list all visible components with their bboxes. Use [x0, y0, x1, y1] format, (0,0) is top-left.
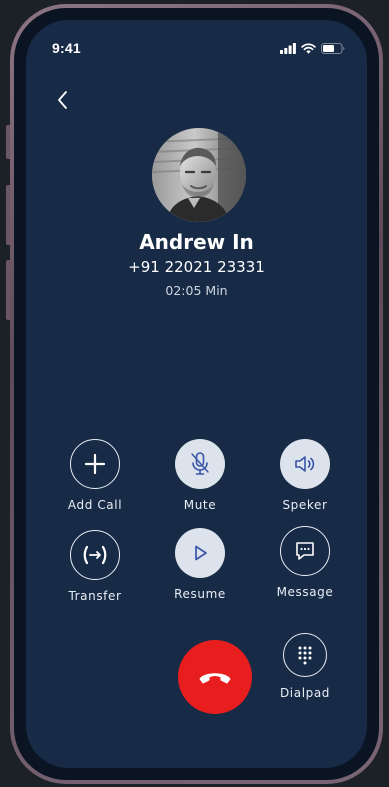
- phone-frame: 9:41 Andrew In +91 22021 23331 02:05 Min…: [10, 4, 383, 784]
- play-icon: [195, 545, 207, 561]
- call-screen: 9:41 Andrew In +91 22021 23331 02:05 Min…: [26, 20, 367, 768]
- add-call-label: Add Call: [67, 498, 123, 512]
- caller-name: Andrew In: [139, 230, 254, 254]
- wifi-icon: [301, 42, 316, 54]
- battery-icon: [321, 42, 345, 54]
- chevron-left-icon: [58, 91, 67, 109]
- dialpad-label: Dialpad: [279, 686, 331, 700]
- end-call-button[interactable]: [178, 640, 252, 714]
- speaker-label: Speker: [282, 498, 328, 512]
- microphone-icon: [191, 452, 209, 475]
- add-call-button[interactable]: Add Call: [50, 439, 140, 512]
- add-call-circle: [70, 439, 120, 489]
- transfer-label: Transfer: [68, 589, 122, 603]
- status-bar: 9:41: [52, 38, 345, 58]
- resume-label: Resume: [174, 587, 226, 601]
- caller-avatar: [152, 128, 246, 222]
- transfer-icon: [83, 545, 107, 565]
- signal-icon: [280, 42, 296, 54]
- mute-label: Mute: [183, 498, 217, 512]
- plus-icon: [84, 453, 106, 475]
- dialpad-circle: [283, 633, 327, 677]
- call-duration: 02:05 Min: [165, 283, 228, 298]
- status-time: 9:41: [52, 40, 81, 56]
- mute-circle: [175, 439, 225, 489]
- caller-photo: [152, 128, 246, 222]
- phone-bezel: 9:41 Andrew In +91 22021 23331 02:05 Min…: [14, 8, 379, 780]
- caller-number: +91 22021 23331: [128, 258, 265, 276]
- status-icons: [280, 42, 345, 54]
- dialpad-icon: [298, 646, 312, 665]
- speaker-button[interactable]: Speker: [260, 439, 350, 512]
- speaker-circle: [280, 439, 330, 489]
- transfer-circle: [70, 530, 120, 580]
- message-button[interactable]: Message: [260, 526, 350, 599]
- phone-hangup-icon: [199, 673, 231, 684]
- chat-icon: [296, 542, 314, 560]
- message-label: Message: [276, 585, 334, 599]
- resume-circle: [175, 528, 225, 578]
- speaker-icon: [295, 456, 315, 472]
- transfer-button[interactable]: Transfer: [50, 530, 140, 603]
- message-circle: [280, 526, 330, 576]
- dialpad-button[interactable]: Dialpad: [260, 633, 350, 700]
- resume-button[interactable]: Resume: [155, 528, 245, 601]
- back-button[interactable]: [52, 88, 76, 112]
- mute-button[interactable]: Mute: [155, 439, 245, 512]
